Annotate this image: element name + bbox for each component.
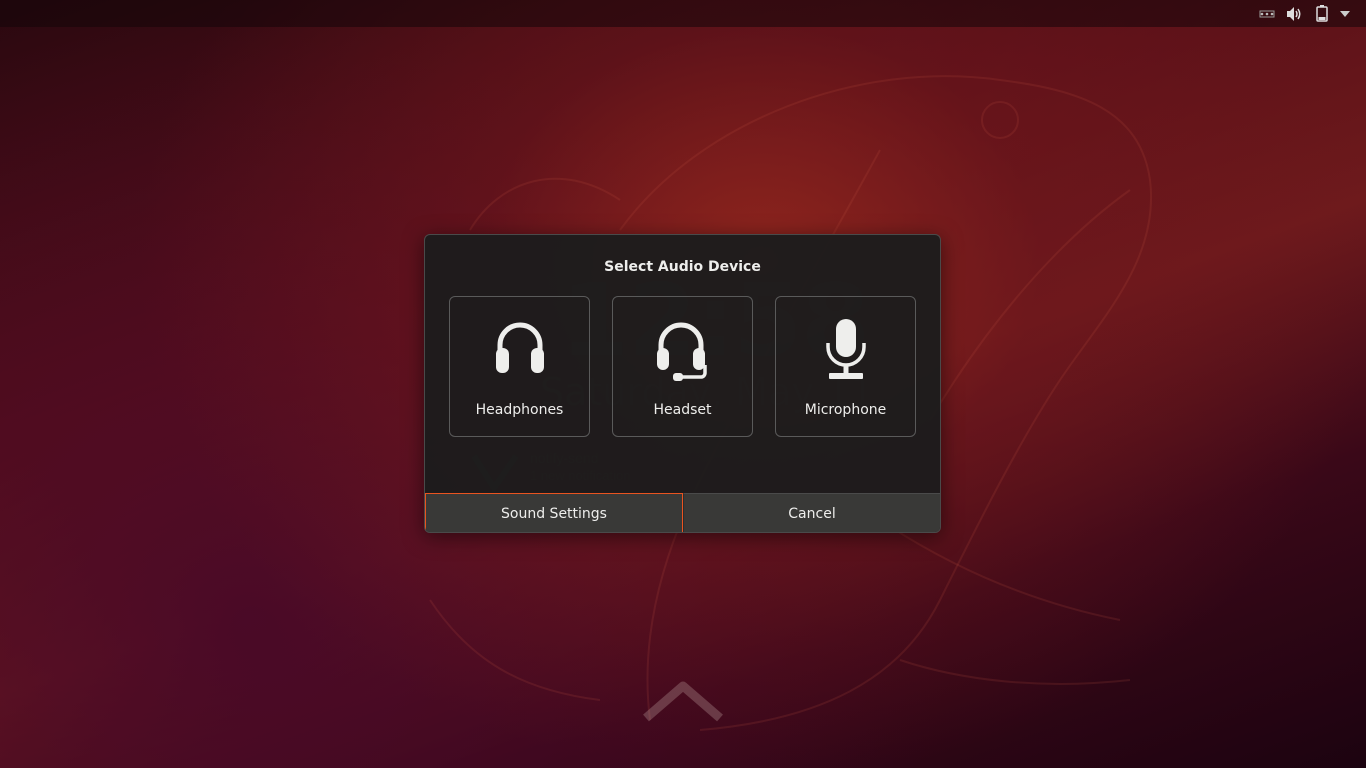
battery-icon[interactable] — [1314, 5, 1330, 22]
unlock-chevron-icon[interactable] — [640, 678, 726, 726]
network-icon[interactable] — [1258, 5, 1276, 22]
device-option-headset[interactable]: Headset — [612, 296, 753, 437]
sound-settings-button[interactable]: Sound Settings — [425, 493, 683, 532]
lock-screen: 12:58 Saturday, May 11 notify-send 1 new… — [0, 0, 1366, 768]
headset-icon — [613, 317, 752, 383]
dialog-button-row: Sound Settings Cancel — [425, 493, 940, 532]
menu-arrow-icon[interactable] — [1339, 5, 1351, 22]
headphones-icon — [450, 317, 589, 383]
dialog-title: Select Audio Device — [604, 259, 761, 275]
select-audio-device-dialog: Select Audio Device Headphones Headset M… — [424, 234, 941, 533]
microphone-icon — [776, 317, 915, 383]
device-label-microphone: Microphone — [804, 402, 887, 418]
cancel-button[interactable]: Cancel — [683, 493, 940, 532]
top-bar — [0, 0, 1366, 27]
device-label-headset: Headset — [653, 402, 712, 418]
volume-icon[interactable] — [1285, 5, 1303, 22]
device-option-headphones[interactable]: Headphones — [449, 296, 590, 437]
device-label-headphones: Headphones — [475, 402, 564, 418]
device-option-microphone[interactable]: Microphone — [775, 296, 916, 437]
